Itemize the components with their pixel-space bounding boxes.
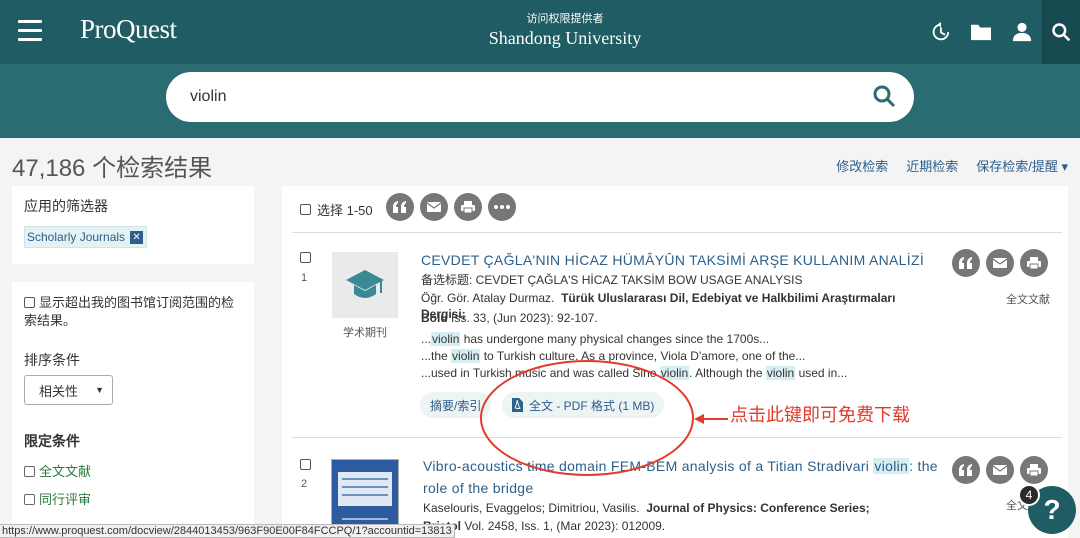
history-icon[interactable] [919,0,960,64]
folder-icon[interactable] [960,0,1001,64]
results-panel: 选择 1-50 1 学术期刊 CEVDET ÇAĞLA'NIN HİCAZ HÜ… [282,186,1068,538]
limit-label: 限定条件 [24,433,80,449]
filter-chip-label: Scholarly Journals [27,230,126,244]
limit-fulltext[interactable]: 全文文献 [24,461,242,480]
top-icons [919,0,1080,64]
record-2-issue-details: Vol. 2458, Iss. 1, (Mar 2023): 012009. [461,519,666,533]
user-icon[interactable] [1001,0,1042,64]
sort-select-value: 相关性 [39,383,79,399]
select-all-row: 选择 1-50 [300,194,373,224]
record-2-actions [952,456,1048,484]
save-search-link[interactable]: 保存检索/提醒 ▾ [976,156,1068,175]
email-icon[interactable] [420,193,448,221]
print-icon[interactable] [454,193,482,221]
record-1-checkbox[interactable] [300,252,311,263]
divider [292,232,1062,233]
proquest-logo[interactable]: ProQuest [80,14,177,45]
record-2-checkbox[interactable] [300,459,311,470]
snippet-text: ...the [421,349,452,363]
limit-peer-reviewed-checkbox[interactable] [24,494,35,505]
record-1-issue-details: Iss. 33, (Jun 2023): 92-107. [447,311,598,325]
bulk-actions [386,193,516,221]
record-1-snippet-1: ...violin has undergone many physical ch… [421,332,769,346]
snippet-text: has undergone many physical changes sinc… [460,332,770,346]
access-provider-label: 访问权限提供者 [526,13,604,25]
chevron-down-icon: ▼ [95,385,104,395]
record-1-fulltext-label: 全文文献 [1006,294,1050,306]
annotation-circle [480,360,694,476]
title-highlight: violin [873,458,910,474]
menu-icon[interactable] [18,20,42,42]
snippet-highlight: violin [765,366,796,380]
record-2-title[interactable]: Vibro-acoustics time domain FEM-BEM anal… [423,455,943,499]
annotation-arrow-icon [694,414,728,424]
show-beyond-option: 显示超出我的图书馆订阅范围的检索结果。 [24,294,242,330]
sort-limit-panel: 显示超出我的图书馆订阅范围的检索结果。 排序条件 相关性 ▼ 限定条件 全文文献… [12,282,254,538]
limit-peer-reviewed-label: 同行评审 [39,492,92,507]
snippet-text: . Although the [689,366,766,380]
limit-peer-reviewed[interactable]: 同行评审 [24,489,242,508]
search-input[interactable] [190,84,840,110]
print-icon[interactable] [1020,249,1048,277]
top-bar: ProQuest 访问权限提供者 Shandong University [0,0,1080,64]
filter-chip-scholarly-journals[interactable]: Scholarly Journals ✕ [24,226,148,248]
search-box [166,72,914,122]
record-1-alt-title: 备选标题: CEVDET ÇAĞLA'S HİCAZ TAKSİM BOW US… [421,273,803,287]
record-1-title[interactable]: CEVDET ÇAĞLA'NIN HİCAZ HÜMÂYÛN TAKSİMİ A… [421,249,931,271]
record-1-number: 1 [301,272,308,284]
cite-icon[interactable] [386,193,414,221]
header: ProQuest 访问权限提供者 Shandong University [0,0,1080,138]
cite-icon[interactable] [952,456,980,484]
header-search-icon[interactable] [1042,0,1080,64]
show-beyond-label: 显示超出我的图书馆订阅范围的检索结果。 [24,295,235,328]
status-bar-url: https://www.proquest.com/docview/2844013… [0,524,455,538]
select-all-label: 选择 1-50 [317,202,373,218]
record-2-journal[interactable]: Journal of Physics: Conference Series; [646,501,869,515]
email-icon[interactable] [986,456,1014,484]
print-icon[interactable] [1020,456,1048,484]
annotation-text: 点击此键即可免费下载 [730,405,910,425]
sort-select[interactable]: 相关性 ▼ [24,375,113,405]
snippet-text: to Turkish culture. As a province, Viola… [480,349,806,363]
recent-searches-link[interactable]: 近期检索 [906,156,958,175]
sort-label: 排序条件 [24,352,80,368]
more-icon[interactable] [488,193,516,221]
record-1-thumbnail[interactable] [332,252,398,318]
access-provider: 访问权限提供者 Shandong University [440,10,690,49]
limit-fulltext-label: 全文文献 [39,464,92,479]
show-beyond-checkbox[interactable] [24,297,35,308]
modify-search-link[interactable]: 修改检索 [836,156,888,175]
results-count: 47,186 个检索结果 [12,155,213,182]
snippet-highlight: violin [451,349,481,363]
record-1-authors: Öğr. Gör. Atalay Durmaz. [421,291,555,305]
applied-filters-panel: 应用的筛选器 Scholarly Journals ✕ [12,186,254,264]
record-2-citation: Kaselouris, Evaggelos; Dimitriou, Vasili… [423,500,943,516]
snippet-text: used in... [795,366,848,380]
snippet-text: ... [421,332,432,346]
applied-filters-title: 应用的筛选器 [24,198,108,214]
record-1-type: 学术期刊 [343,327,387,339]
record-2-issue: Bristol Vol. 2458, Iss. 1, (Mar 2023): 0… [423,518,943,534]
email-icon[interactable] [986,249,1014,277]
help-badge: 4 [1018,484,1040,506]
record-2-number: 2 [301,478,308,490]
record-2-authors: Kaselouris, Evaggelos; Dimitriou, Vasili… [423,501,640,515]
record-1-issue: Bolu Iss. 33, (Jun 2023): 92-107. [421,310,941,326]
search-submit-icon[interactable] [872,84,898,110]
graduation-cap-icon [346,270,384,298]
institution-name: Shandong University [488,28,642,48]
limit-fulltext-checkbox[interactable] [24,466,35,477]
cite-icon[interactable] [952,249,980,277]
select-all-checkbox[interactable] [300,203,311,215]
snippet-highlight: violin [431,332,461,346]
record-1-place: Bolu [421,311,448,325]
close-icon[interactable]: ✕ [130,230,144,244]
results-links: 修改检索 近期检索 保存检索/提醒 ▾ [836,156,1068,175]
record-1-actions [952,249,1048,277]
